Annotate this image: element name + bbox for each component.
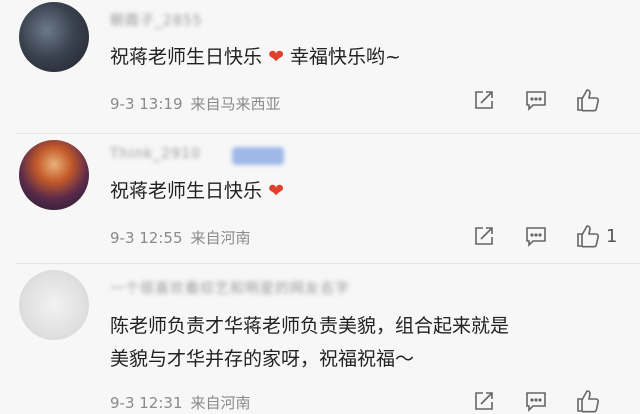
comment-location: 来自马来西亚: [190, 95, 281, 113]
comment-text-main: 祝蒋老师生日快乐: [110, 46, 263, 68]
username[interactable]: Think_2910: [110, 146, 201, 162]
comment-time: 9-3 12:31: [110, 394, 183, 412]
comment-text-tail: 幸福快乐哟~: [290, 46, 401, 68]
like-count: 1: [606, 225, 618, 247]
share-icon[interactable]: [472, 388, 496, 414]
comment-icon[interactable]: [524, 223, 548, 249]
comment-meta: 9-3 13:19 来自马来西亚: [110, 93, 289, 114]
heart-emoji-icon: ❤: [268, 46, 284, 68]
like-button[interactable]: [576, 87, 606, 113]
comment-item: Think_2910 祝蒋老师生日快乐 ❤ 9-3 12:55 来自河南 1: [0, 134, 640, 262]
username[interactable]: 一个很喜欢看综艺和明星的网友名字: [110, 278, 350, 298]
share-icon[interactable]: [472, 87, 496, 113]
thumbs-up-icon: [577, 390, 600, 413]
comment-location: 来自河南: [190, 229, 251, 247]
comment-text: 祝蒋老师生日快乐 ❤ 幸福快乐哟~: [110, 42, 401, 72]
comment-meta: 9-3 12:31 来自河南: [110, 392, 259, 413]
comment-text-main: 祝蒋老师生日快乐: [110, 180, 263, 202]
avatar[interactable]: [19, 2, 89, 72]
comment-item: 朝霞子_2855 祝蒋老师生日快乐 ❤ 幸福快乐哟~ 9-3 13:19 来自马来…: [0, 0, 640, 132]
comment-actions: [472, 87, 632, 113]
avatar[interactable]: [19, 270, 89, 340]
comment-actions: [472, 388, 632, 414]
vip-badge: [232, 147, 284, 165]
comment-actions: 1: [472, 223, 632, 249]
comment-icon[interactable]: [524, 87, 548, 113]
comment-text-line: 美貌与才华并存的家呀，祝福祝福～: [110, 348, 415, 370]
comment-meta: 9-3 12:55 来自河南: [110, 227, 259, 248]
username[interactable]: 朝霞子_2855: [110, 10, 203, 30]
thumbs-up-icon: [577, 89, 600, 112]
comment-text: 祝蒋老师生日快乐 ❤: [110, 176, 284, 206]
like-button[interactable]: 1: [576, 223, 617, 249]
share-icon[interactable]: [472, 223, 496, 249]
comment-location: 来自河南: [190, 394, 251, 412]
comment-text-line: 陈老师负责才华蒋老师负责美貌，组合起来就是: [110, 315, 510, 337]
comment-text: 陈老师负责才华蒋老师负责美貌，组合起来就是 美貌与才华并存的家呀，祝福祝福～: [110, 310, 509, 376]
thumbs-up-icon: [577, 225, 600, 248]
comment-time: 9-3 12:55: [110, 229, 183, 247]
avatar[interactable]: [19, 140, 89, 210]
comment-icon[interactable]: [524, 388, 548, 414]
comment-item: 一个很喜欢看综艺和明星的网友名字 陈老师负责才华蒋老师负责美貌，组合起来就是 美…: [0, 264, 640, 414]
comment-time: 9-3 13:19: [110, 95, 183, 113]
heart-emoji-icon: ❤: [268, 180, 284, 202]
like-button[interactable]: [576, 388, 606, 414]
